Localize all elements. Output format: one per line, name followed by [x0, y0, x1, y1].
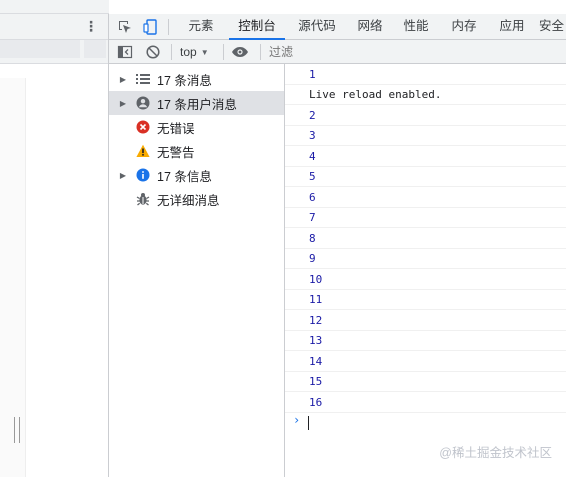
console-message: 2 — [285, 106, 566, 126]
device-toolbar-icon[interactable] — [141, 17, 161, 37]
toolbar-separator — [171, 44, 172, 60]
console-message: 12 — [285, 311, 566, 331]
sidebar-item-label: 17 条消息 — [157, 73, 212, 88]
sidebar-item-messages[interactable]: ▶ 17 条消息 — [109, 67, 284, 91]
page-gutter — [0, 78, 25, 477]
tab-console[interactable]: 控制台 — [229, 14, 285, 40]
context-selector[interactable]: top ▼ — [180, 42, 209, 62]
sidebar-item-verbose[interactable]: 无详细消息 — [109, 187, 284, 211]
bug-icon — [135, 191, 151, 207]
clear-console-icon[interactable] — [145, 42, 161, 62]
console-message: 7 — [285, 208, 566, 228]
console-message: 15 — [285, 372, 566, 392]
toolbar-separator — [260, 44, 261, 60]
page-header-block-small — [84, 40, 106, 58]
console-message: 6 — [285, 188, 566, 208]
sidebar-item-label: 无警告 — [157, 145, 195, 160]
warning-icon — [135, 143, 151, 159]
console-message: 1 — [285, 65, 566, 85]
user-icon — [135, 95, 151, 111]
console-message: 16 — [285, 393, 566, 413]
console-output: 1 Live reload enabled. 2 3 4 5 6 7 8 9 1… — [285, 64, 566, 477]
console-message: 11 — [285, 290, 566, 310]
toolbar-separator — [223, 44, 224, 60]
console-message: 3 — [285, 126, 566, 146]
console-message: 8 — [285, 229, 566, 249]
list-icon — [135, 71, 151, 87]
console-input[interactable] — [308, 416, 309, 430]
watermark: @稀土掘金技术社区 — [439, 446, 552, 460]
dropdown-caret-icon: ▼ — [200, 47, 209, 57]
sidebar-item-errors[interactable]: 无错误 — [109, 115, 284, 139]
more-vert-icon[interactable]: ⋮ — [84, 18, 98, 34]
expand-arrow-icon[interactable]: ▶ — [115, 75, 131, 84]
tab-memory[interactable]: 内存 — [443, 14, 485, 40]
sidebar-item-label: 无详细消息 — [157, 193, 220, 208]
page-tabbar: ⋮ — [0, 14, 109, 40]
console-message: 9 — [285, 249, 566, 269]
console-toolbar: top ▼ — [109, 40, 566, 64]
tabbar-separator — [168, 19, 169, 35]
left-top-bar — [0, 0, 109, 14]
console-prompt-icon: › — [293, 413, 301, 427]
sidebar-item-info[interactable]: ▶ 17 条信息 — [109, 163, 284, 187]
inspect-element-icon[interactable] — [115, 17, 135, 37]
page-viewport — [0, 64, 109, 477]
console-message: 10 — [285, 270, 566, 290]
console-sidebar: ▶ 17 条消息 ▶ 17 条用户消息 无错误 无警告 ▶ 17 条信息 无详细… — [109, 64, 285, 477]
console-message: 4 — [285, 147, 566, 167]
live-expression-eye-icon[interactable] — [231, 42, 249, 62]
devtools-tabbar: 元素 控制台 源代码 网络 性能 内存 应用 安全 — [109, 14, 566, 40]
sidebar-item-label: 无错误 — [157, 121, 195, 136]
expand-arrow-icon[interactable]: ▶ — [115, 171, 131, 180]
sidebar-item-label: 17 条用户消息 — [157, 97, 237, 112]
tab-performance[interactable]: 性能 — [395, 14, 437, 40]
sidebar-item-user-messages[interactable]: ▶ 17 条用户消息 — [109, 91, 284, 115]
tab-network[interactable]: 网络 — [349, 14, 391, 40]
error-icon — [135, 119, 151, 135]
sidebar-item-label: 17 条信息 — [157, 169, 212, 184]
console-message: 5 — [285, 167, 566, 187]
info-icon — [135, 167, 151, 183]
console-message: 14 — [285, 352, 566, 372]
resize-handle[interactable] — [14, 417, 20, 443]
tab-application[interactable]: 应用 — [491, 14, 533, 40]
page-content — [25, 78, 109, 477]
console-message: Live reload enabled. — [285, 85, 566, 105]
console-message: 13 — [285, 331, 566, 351]
sidebar-toggle-icon[interactable] — [117, 42, 133, 62]
page-header-block — [0, 40, 80, 58]
tab-elements[interactable]: 元素 — [177, 14, 225, 40]
tab-security[interactable]: 安全 — [539, 14, 566, 40]
tab-sources[interactable]: 源代码 — [289, 14, 345, 40]
expand-arrow-icon[interactable]: ▶ — [115, 99, 131, 108]
context-value: top — [180, 45, 197, 59]
page-header-strip — [0, 40, 109, 64]
sidebar-item-warnings[interactable]: 无警告 — [109, 139, 284, 163]
filter-input[interactable] — [269, 43, 455, 61]
